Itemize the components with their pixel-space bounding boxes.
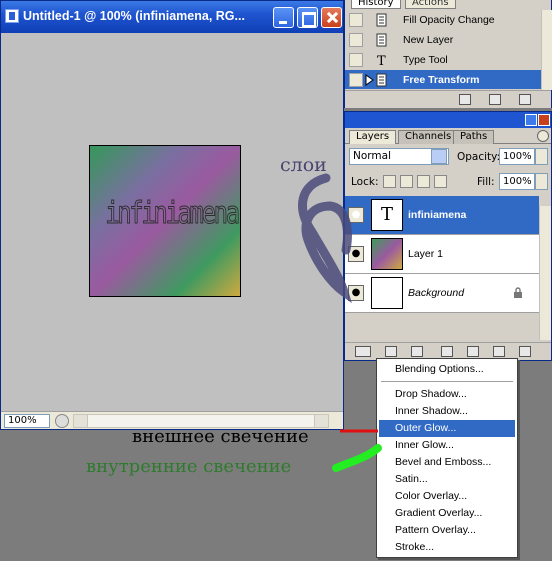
layer-row[interactable]: ● Layer 1 bbox=[345, 235, 539, 274]
fill-slider-arrow-icon[interactable] bbox=[535, 173, 548, 190]
add-mask-icon[interactable] bbox=[411, 346, 423, 357]
new-document-from-state-icon[interactable] bbox=[459, 94, 471, 105]
history-state-icon bbox=[376, 73, 387, 87]
svg-text:T: T bbox=[377, 54, 386, 67]
history-footer bbox=[345, 90, 551, 108]
zoom-field[interactable]: 100% bbox=[4, 414, 50, 428]
history-snapshot-checkbox[interactable] bbox=[349, 73, 363, 87]
eye-icon[interactable]: ● bbox=[348, 285, 364, 301]
lock-position-icon[interactable] bbox=[417, 175, 430, 188]
opacity-input[interactable]: 100% bbox=[499, 148, 535, 165]
annotation-layers-label: слои bbox=[280, 154, 327, 176]
artwork-canvas[interactable]: infiniamena bbox=[89, 145, 241, 297]
history-item[interactable]: New Layer bbox=[345, 30, 541, 50]
eye-icon[interactable]: ● bbox=[348, 207, 364, 223]
tab-history[interactable]: History bbox=[351, 0, 401, 9]
trash-icon[interactable] bbox=[519, 94, 531, 105]
palette-menu-icon[interactable] bbox=[537, 130, 549, 142]
menu-item-pattern-overlay[interactable]: Pattern Overlay... bbox=[379, 522, 515, 539]
trash-icon[interactable] bbox=[519, 346, 531, 357]
eye-icon[interactable]: ● bbox=[348, 246, 364, 262]
menu-item-satin[interactable]: Satin... bbox=[379, 471, 515, 488]
new-layer-icon[interactable] bbox=[493, 346, 505, 357]
menu-separator bbox=[381, 381, 513, 382]
menu-item-bevel-and-emboss[interactable]: Bevel and Emboss... bbox=[379, 454, 515, 471]
maximize-button[interactable] bbox=[297, 7, 318, 28]
history-item-label: Free Transform bbox=[403, 74, 480, 86]
menu-item-gradient-overlay[interactable]: Gradient Overlay... bbox=[379, 505, 515, 522]
lock-image-pixels-icon[interactable] bbox=[400, 175, 413, 188]
menu-item-color-overlay[interactable]: Color Overlay... bbox=[379, 488, 515, 505]
history-scrollbar[interactable] bbox=[541, 10, 552, 90]
photoshop-document-icon bbox=[5, 9, 19, 23]
background-thumbnail bbox=[371, 277, 403, 309]
add-layer-style-icon[interactable] bbox=[385, 346, 397, 357]
artwork-text: infiniamena bbox=[105, 196, 241, 232]
history-tab-bar: History Actions bbox=[345, 0, 551, 10]
tab-layers[interactable]: Layers bbox=[349, 130, 397, 144]
palette-close-button[interactable] bbox=[538, 114, 550, 126]
layers-tab-bar: Layers Channels Paths bbox=[345, 128, 551, 144]
scroll-right-icon[interactable] bbox=[314, 415, 328, 427]
type-tool-icon: T bbox=[377, 54, 386, 67]
layer-name: infiniamena bbox=[408, 209, 467, 221]
text-layer-thumbnail: T bbox=[371, 199, 403, 231]
lock-icon bbox=[514, 287, 522, 298]
lock-all-icon[interactable] bbox=[434, 175, 447, 188]
inner-glow-green-pointer bbox=[332, 444, 382, 472]
minimize-button[interactable] bbox=[273, 7, 294, 28]
lock-label: Lock: bbox=[351, 176, 379, 188]
layers-palette-titlebar[interactable] bbox=[345, 112, 551, 128]
layer-name: Background bbox=[408, 287, 465, 299]
history-snapshot-checkbox[interactable] bbox=[349, 13, 363, 27]
annotation-outer-glow-label: внешнее свечение bbox=[132, 426, 309, 447]
status-menu-icon[interactable] bbox=[55, 414, 69, 428]
new-adjustment-layer-icon[interactable] bbox=[441, 346, 453, 357]
menu-item-inner-glow[interactable]: Inner Glow... bbox=[379, 437, 515, 454]
menu-item-drop-shadow[interactable]: Drop Shadow... bbox=[379, 386, 515, 403]
annotation-inner-glow-label: внутренние свечение bbox=[86, 456, 292, 477]
layer-style-menu: Blending Options... Drop Shadow... Inner… bbox=[376, 358, 518, 558]
layers-scrollbar[interactable] bbox=[539, 206, 551, 340]
document-titlebar[interactable]: Untitled-1 @ 100% (infiniamena, RG... bbox=[1, 1, 343, 33]
chevron-down-icon[interactable] bbox=[431, 149, 447, 164]
history-state-icon bbox=[376, 13, 387, 27]
history-item-label: Type Tool bbox=[403, 54, 448, 66]
link-layers-icon[interactable] bbox=[355, 346, 371, 357]
history-item-label: Fill Opacity Change bbox=[403, 14, 495, 26]
layer-row[interactable]: ● Background bbox=[345, 274, 539, 313]
opacity-slider-arrow-icon[interactable] bbox=[535, 148, 548, 165]
layer-thumbnail bbox=[371, 238, 403, 270]
palette-minimize-button[interactable] bbox=[525, 114, 537, 126]
layer-name: Layer 1 bbox=[408, 248, 444, 260]
history-item-selected[interactable]: Free Transform bbox=[345, 70, 541, 90]
layer-row-selected[interactable]: ● T infiniamena bbox=[345, 196, 539, 235]
opacity-label: Opacity: bbox=[457, 151, 501, 163]
history-snapshot-checkbox[interactable] bbox=[349, 53, 363, 67]
new-group-icon[interactable] bbox=[467, 346, 479, 357]
layers-panel: Layers Channels Paths Normal Opacity: 10… bbox=[344, 111, 552, 361]
history-item-label: New Layer bbox=[403, 34, 454, 46]
scroll-left-icon[interactable] bbox=[74, 415, 88, 427]
close-button[interactable] bbox=[321, 7, 342, 28]
fill-label: Fill: bbox=[477, 176, 495, 188]
history-panel: History Actions Fill Opacity Change New … bbox=[344, 0, 552, 108]
document-title: Untitled-1 @ 100% (infiniamena, RG... bbox=[23, 9, 245, 23]
menu-item-blending-options[interactable]: Blending Options... bbox=[379, 361, 515, 378]
history-snapshot-checkbox[interactable] bbox=[349, 33, 363, 47]
menu-item-outer-glow[interactable]: Outer Glow... bbox=[379, 420, 515, 437]
menu-item-inner-shadow[interactable]: Inner Shadow... bbox=[379, 403, 515, 420]
history-state-icon bbox=[376, 33, 387, 47]
tab-actions[interactable]: Actions bbox=[405, 0, 456, 9]
history-item[interactable]: Fill Opacity Change bbox=[345, 10, 541, 30]
tab-paths[interactable]: Paths bbox=[453, 130, 495, 144]
history-item[interactable]: T Type Tool bbox=[345, 50, 541, 70]
tab-channels[interactable]: Channels bbox=[398, 130, 459, 144]
fill-input[interactable]: 100% bbox=[499, 173, 535, 190]
menu-item-stroke[interactable]: Stroke... bbox=[379, 539, 515, 556]
history-state-pointer-icon bbox=[365, 74, 374, 86]
new-snapshot-icon[interactable] bbox=[489, 94, 501, 105]
lock-transparency-icon[interactable] bbox=[383, 175, 396, 188]
document-window: Untitled-1 @ 100% (infiniamena, RG... in… bbox=[0, 0, 344, 430]
